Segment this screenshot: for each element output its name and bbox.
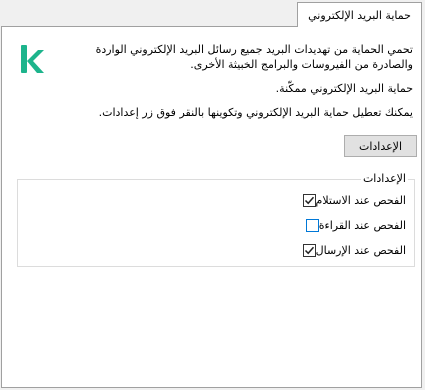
tab-mail-protection[interactable]: حماية البريد الإلكتروني: [297, 2, 422, 27]
scan-on-read-label: الفحص عند القراءة: [318, 219, 406, 232]
scan-on-send-option[interactable]: الفحص عند الإرسال: [298, 244, 406, 257]
scan-on-send-label: الفحص عند الإرسال: [315, 244, 406, 257]
settings-groupbox: الإعدادات الفحص عند الاستلام الفحص عند ا…: [17, 172, 415, 267]
hint-text: يمكنك تعطيل حماية البريد الإلكتروني وتكو…: [98, 106, 413, 119]
scan-on-receive-label: الفحص عند الاستلام: [315, 194, 406, 207]
scan-on-receive-option[interactable]: الفحص عند الاستلام: [298, 194, 406, 207]
scan-on-receive-checkbox[interactable]: [302, 194, 316, 207]
settings-button[interactable]: الإعدادات: [344, 135, 417, 157]
scan-on-read-checkbox[interactable]: [305, 219, 319, 232]
checkmark-icon: [304, 196, 314, 205]
kaspersky-logo-icon: [20, 44, 46, 74]
description-text: تحمي الحماية من تهديدات البريد جميع رسائ…: [95, 43, 413, 71]
status-text: حماية البريد الإلكتروني ممكّنة.: [275, 82, 413, 95]
checkmark-icon: [304, 246, 314, 255]
tab-label: حماية البريد الإلكتروني: [308, 8, 411, 22]
scan-on-send-checkbox[interactable]: [302, 244, 316, 257]
scan-on-read-option[interactable]: الفحص عند القراءة: [301, 219, 406, 232]
settings-group-title: الإعدادات: [360, 172, 408, 185]
